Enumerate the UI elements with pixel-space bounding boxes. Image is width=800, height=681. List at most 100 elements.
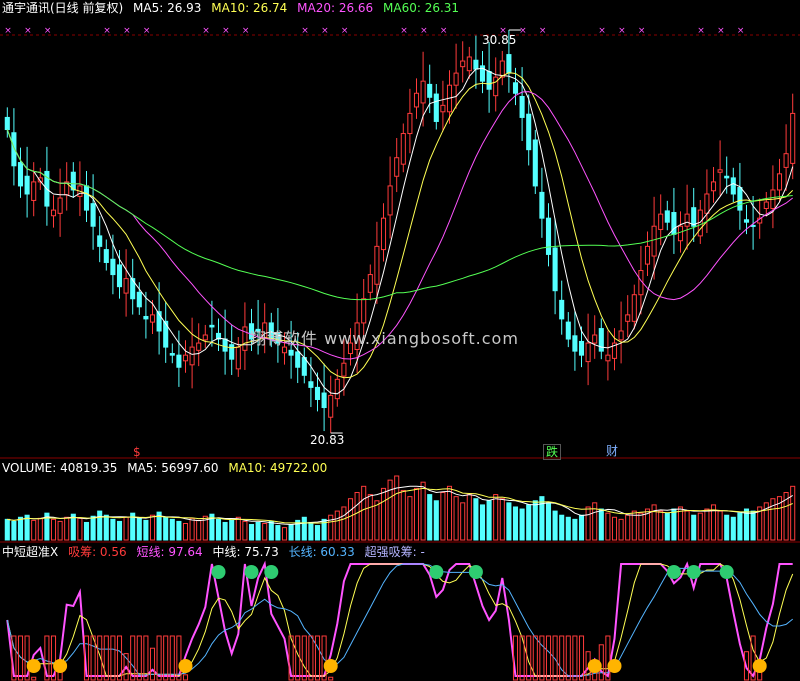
candle-body [559,299,565,320]
watermark: 翔博软件 www.xiangbosoft.com [250,329,519,348]
signal-x-marker: × [737,26,745,36]
candle-body [242,326,248,351]
absorb-bar [110,635,116,681]
volume-bar [255,521,261,541]
volume-bar [11,520,17,541]
volume-bar [413,487,420,541]
signal-x-marker: × [598,26,606,36]
volume-bar [37,517,43,541]
absorb-bar [149,647,156,681]
buy-signal-icon [587,659,602,673]
buy-signal-icon [53,659,68,673]
candle-body [592,334,598,344]
volume-bar [163,516,169,541]
volume-bar [433,500,439,541]
volume-bar [268,520,274,541]
volume-bar [103,514,109,541]
signal-x-marker: × [222,26,230,36]
volume-bar [281,527,288,541]
candle-body [691,207,697,227]
volume-bar [605,512,611,541]
volume-bar [374,500,380,541]
candle-body [730,177,736,195]
volume-bar [31,519,37,541]
absorb-bar [169,635,175,681]
finance-badge[interactable]: 财 [604,444,620,458]
volume-bar [717,510,723,541]
volume-bar [460,502,466,541]
candle-body [4,116,10,131]
volume-readout: VOLUME: 40819.35 [2,461,118,475]
candle-body [585,342,591,363]
candle-body [565,321,571,340]
signal-x-marker: × [341,26,349,36]
buy-signal-icon [26,659,41,673]
volume-bar [182,522,189,541]
volume-bar [341,506,347,541]
candle-body [552,247,558,292]
volume-bar [585,506,591,541]
buy-signal-icon [752,659,767,673]
candle-body [387,185,393,216]
signal-x-marker: × [24,26,32,36]
candle-body [737,187,743,211]
candle-body [50,209,57,217]
volume-bar [301,516,307,541]
high-price-label: 30.85 [482,33,517,47]
sell-signal-icon [468,565,483,579]
signal-marker-s: $ [133,445,141,459]
candle-body [433,93,439,122]
absorb-bar [295,635,301,681]
absorb-bar [103,635,109,681]
candle-body [684,213,690,227]
volume-bar [407,496,413,541]
candle-body [169,353,175,356]
volume-bar [248,524,255,541]
volume-bar [552,510,558,541]
chart-root: 通宇通讯(日线 前复权) MA5: 26.93 MA10: 26.74 MA20… [0,0,800,681]
indicator-header: 中短超准X 吸筹: 0.56 短线: 97.64 中线: 75.73 长线: 6… [2,545,431,559]
absorb-bar [572,635,578,681]
candle-body [314,386,321,400]
candle-body [123,278,129,294]
candle-body [222,338,228,352]
candle-body [440,104,446,113]
volume-bar [354,492,360,541]
volume-bar [215,518,222,541]
candle-body [103,249,109,263]
volume-bar [625,514,631,541]
absorb-bar [559,635,565,681]
candle-body [605,354,611,362]
candle-body [539,191,545,219]
candle-body [202,334,208,341]
candle-body [31,181,37,201]
signal-x-marker: × [123,26,131,36]
volume-bar [242,520,248,541]
absorb-bar [301,635,307,681]
signal-x-marker: × [44,26,52,36]
volume-bar [545,502,552,541]
absorb-bar [163,635,169,681]
signal-x-marker: × [717,26,725,36]
signal-x-marker: × [103,26,111,36]
volume-bar [314,525,321,541]
volume-bar [4,518,10,541]
volume-bar [50,518,57,541]
candle-body [400,133,406,165]
volume-bar [222,521,228,541]
signal-x-marker: × [440,26,448,36]
candle-body [97,235,103,247]
drop-badge[interactable]: 跌 [543,444,562,460]
signal-x-marker: × [618,26,626,36]
volume-ma5-readout: MA5: 56997.60 [127,461,219,475]
signal-x-marker: × [301,26,309,36]
signal-x-marker: × [321,26,329,36]
candle-body [143,315,149,320]
volume-bar [684,510,690,541]
sell-signal-icon [686,565,701,579]
absorb-bar [31,676,37,681]
candle-body [704,193,710,214]
candle-body [110,258,116,276]
volume-bar [750,510,756,541]
candle-body [57,197,63,214]
